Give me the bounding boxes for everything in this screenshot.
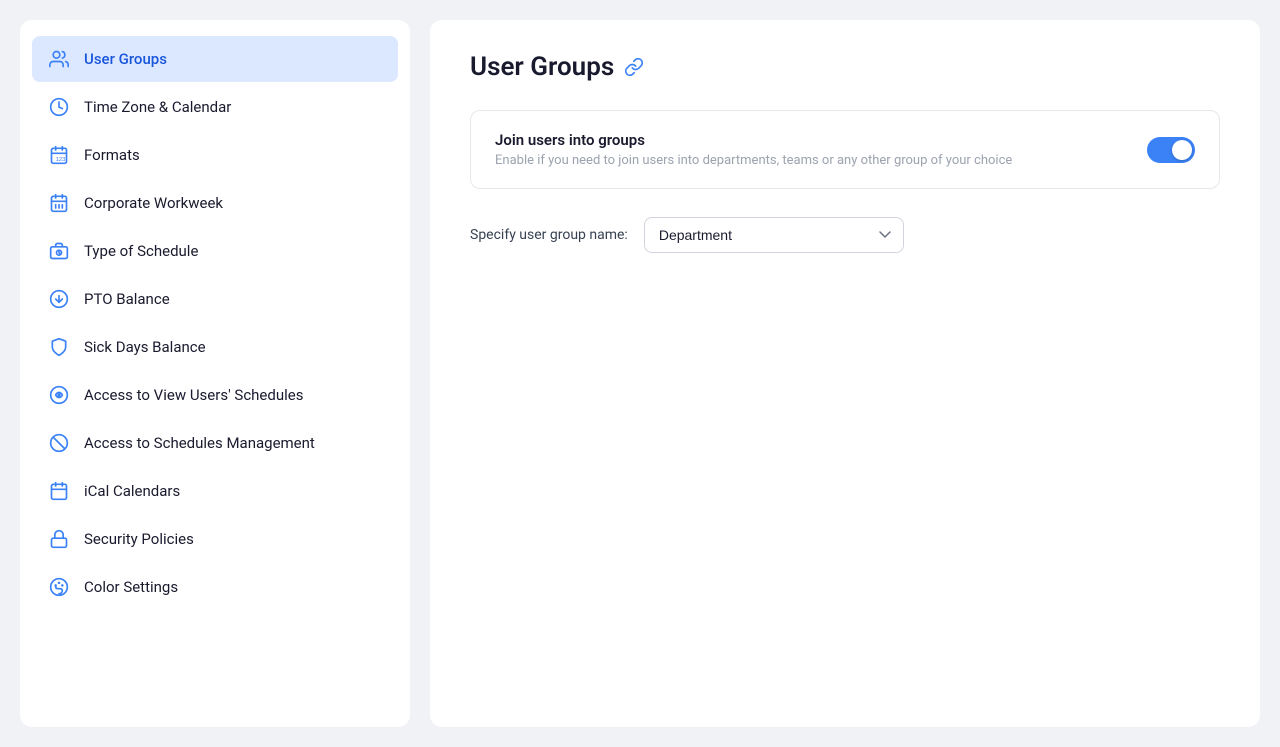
page-title: User Groups (470, 52, 614, 82)
calendar-number-icon: 123 (48, 144, 70, 166)
card-description: Enable if you need to join users into de… (495, 153, 1012, 168)
sidebar-item-sick-days-balance[interactable]: Sick Days Balance (32, 324, 398, 370)
group-name-select[interactable]: DepartmentTeamDivisionCustom Group (644, 217, 904, 253)
sidebar-item-label: Access to View Users' Schedules (84, 386, 303, 404)
join-users-card: Join users into groups Enable if you nee… (470, 110, 1220, 189)
sidebar-item-label: PTO Balance (84, 290, 170, 308)
sidebar-item-label: Time Zone & Calendar (84, 98, 231, 116)
sidebar-item-label: Security Policies (84, 530, 194, 548)
sidebar-item-label: Type of Schedule (84, 242, 198, 260)
sidebar-item-label: Sick Days Balance (84, 338, 206, 356)
sidebar-item-label: User Groups (84, 50, 167, 68)
sidebar-item-label: iCal Calendars (84, 482, 180, 500)
sidebar-item-label: Color Settings (84, 578, 178, 596)
card-text: Join users into groups Enable if you nee… (495, 131, 1012, 168)
shield-check-icon (48, 336, 70, 358)
join-users-toggle[interactable] (1147, 137, 1195, 163)
sidebar-item-access-schedules-mgmt[interactable]: Access to Schedules Management (32, 420, 398, 466)
toggle-slider (1147, 137, 1195, 163)
sidebar-item-label: Access to Schedules Management (84, 434, 315, 452)
group-name-row: Specify user group name: DepartmentTeamD… (470, 217, 1220, 253)
page-title-row: User Groups (470, 52, 1220, 82)
sidebar-item-security-policies[interactable]: Security Policies (32, 516, 398, 562)
sidebar-item-type-of-schedule[interactable]: Type of Schedule (32, 228, 398, 274)
sidebar-item-pto-balance[interactable]: PTO Balance (32, 276, 398, 322)
pto-icon (48, 288, 70, 310)
svg-text:123: 123 (56, 157, 66, 163)
main-content: User Groups Join users into groups Enabl… (430, 20, 1260, 727)
palette-icon (48, 576, 70, 598)
sidebar-item-ical-calendars[interactable]: iCal Calendars (32, 468, 398, 514)
link-icon[interactable] (624, 57, 644, 77)
sidebar-item-color-settings[interactable]: Color Settings (32, 564, 398, 610)
clock-icon (48, 96, 70, 118)
card-title: Join users into groups (495, 131, 1012, 149)
sidebar-item-label: Corporate Workweek (84, 194, 223, 212)
group-name-label: Specify user group name: (470, 227, 628, 243)
sidebar: User Groups Time Zone & Calendar 123 For… (20, 20, 410, 727)
sidebar-item-user-groups[interactable]: User Groups (32, 36, 398, 82)
eye-circle-icon (48, 384, 70, 406)
sidebar-item-access-view-schedules[interactable]: Access to View Users' Schedules (32, 372, 398, 418)
calendar-grid-icon (48, 192, 70, 214)
sidebar-item-corporate-workweek[interactable]: Corporate Workweek (32, 180, 398, 226)
briefcase-clock-icon (48, 240, 70, 262)
sidebar-item-time-zone-calendar[interactable]: Time Zone & Calendar (32, 84, 398, 130)
app-container: User Groups Time Zone & Calendar 123 For… (0, 0, 1280, 747)
users-icon (48, 48, 70, 70)
lock-icon (48, 528, 70, 550)
calendar-small-icon (48, 480, 70, 502)
ban-circle-icon (48, 432, 70, 454)
sidebar-item-formats[interactable]: 123 Formats (32, 132, 398, 178)
sidebar-item-label: Formats (84, 146, 140, 164)
